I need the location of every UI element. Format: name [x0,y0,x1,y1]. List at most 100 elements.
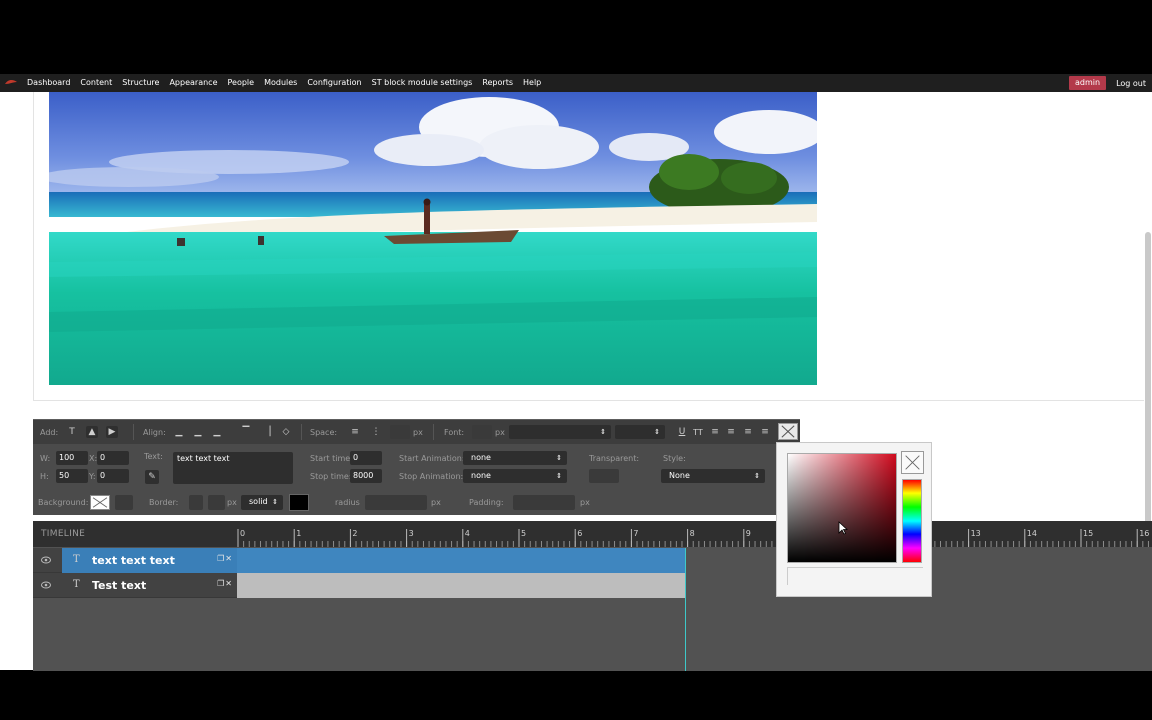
layer-cell[interactable]: T text text text ❐✕ [62,548,237,573]
menu-reports[interactable]: Reports [477,74,518,92]
menu-configuration[interactable]: Configuration [302,74,366,92]
style-select[interactable]: None ⇕ [661,469,765,483]
space-horizontal-icon[interactable]: ⋮ [370,426,382,438]
layer-duration-bar[interactable] [237,548,685,573]
stop-animation-label: Stop Animation: [399,472,464,481]
add-video-icon[interactable]: ▶ [106,426,118,438]
color-saturation-area[interactable] [787,453,897,563]
style-value: None [669,471,690,480]
screen: Dashboard Content Structure Appearance P… [0,0,1152,720]
ruler-tick-label: 0 [240,529,245,538]
color-hue-slider[interactable] [902,479,922,563]
menu-dashboard[interactable]: Dashboard [22,74,75,92]
timeline-playhead[interactable] [685,548,686,671]
align-middle-icon[interactable]: ▕ [261,426,273,438]
visibility-eye-icon[interactable] [41,556,51,564]
align-center-text-icon[interactable]: ≡ [725,426,737,438]
font-unit: px [495,428,505,437]
layer-duration-bar[interactable] [237,573,685,598]
background-opacity-input[interactable] [115,495,133,510]
x-input[interactable]: 0 [97,451,129,465]
menu-modules[interactable]: Modules [259,74,302,92]
ruler-tick-label: 9 [746,529,751,538]
logout-link[interactable]: Log out [1112,79,1152,88]
width-input[interactable]: 100 [56,451,88,465]
menu-structure[interactable]: Structure [117,74,164,92]
editor-close-button[interactable] [778,423,798,440]
width-label: W: [40,454,51,463]
transparent-input[interactable] [589,469,619,483]
text-content-input[interactable]: text text text [173,452,293,484]
border-unit: px [227,498,237,507]
space-label: Space: [310,428,338,437]
add-label: Add: [40,428,59,437]
background-color-none-swatch[interactable] [90,495,110,510]
menu-people[interactable]: People [223,74,260,92]
menu-st-block-settings[interactable]: ST block module settings [367,74,478,92]
border-color-swatch[interactable] [289,494,309,511]
ruler-tick-label: 13 [971,529,981,538]
border-side-input[interactable] [189,495,203,510]
start-time-input[interactable]: 0 [350,451,382,465]
timeline-ruler[interactable]: 0 1 2 3 4 5 6 7 8 9 13 14 15 16 [237,521,1152,547]
start-time-label: Start time: [310,454,353,463]
layer-cell[interactable]: T Test text ❐✕ [62,573,237,598]
stop-time-label: Stop time: [310,472,352,481]
transparent-label: Transparent: [589,454,640,463]
add-text-icon[interactable]: T [66,426,78,438]
stop-time-input[interactable]: 8000 [350,469,382,483]
padding-inputs[interactable] [513,495,575,510]
color-picker-close-button[interactable] [901,451,924,474]
duplicate-delete-icons[interactable]: ❐✕ [217,579,233,588]
uppercase-icon[interactable]: TT [692,426,704,438]
menu-appearance[interactable]: Appearance [164,74,222,92]
border-width-input[interactable] [208,495,225,510]
drupal-logo-icon[interactable] [0,74,22,92]
duplicate-delete-icons[interactable]: ❐✕ [217,554,233,563]
font-weight-select[interactable]: ⇕ [615,425,665,439]
timeline-layer-row[interactable]: T text text text ❐✕ [33,548,237,573]
align-bottom-right-icon[interactable]: ▁ [211,426,223,438]
stop-animation-value: none [471,471,491,480]
text-label: Text: [144,452,163,461]
align-bottom-left-icon[interactable]: ▁ [173,426,185,438]
start-animation-select[interactable]: none ⇕ [463,451,567,465]
height-input[interactable]: 50 [56,469,88,483]
justify-text-icon[interactable]: ≡ [759,426,771,438]
timeline-layer-row[interactable]: T Test text ❐✕ [33,573,237,598]
align-bottom-center-icon[interactable]: ▁ [192,426,204,438]
align-left-text-icon[interactable]: ≡ [709,426,721,438]
border-label: Border: [149,498,179,507]
menu-content[interactable]: Content [75,74,117,92]
color-picker-popup [776,442,932,597]
radius-unit: px [431,498,441,507]
font-family-select[interactable]: ⇕ [509,425,611,439]
y-input[interactable]: 0 [97,469,129,483]
space-input[interactable] [390,425,410,439]
align-center-icon[interactable]: ◇ [280,426,292,438]
mouse-cursor-icon [838,521,848,535]
edit-text-icon[interactable]: ✎ [145,470,159,484]
layer-name[interactable]: Test text [92,579,146,592]
align-top-icon[interactable]: ▔ [240,426,252,438]
stop-animation-select[interactable]: none ⇕ [463,469,567,483]
color-hex-input[interactable] [787,567,923,585]
x-label: X: [89,454,98,463]
ruler-tick-label: 15 [1083,529,1093,538]
style-label: Style: [663,454,686,463]
layer-name[interactable]: text text text [92,554,175,567]
timeline-panel: TIMELINE 0 1 2 3 4 5 6 7 8 9 13 14 15 16 T text text … [33,521,1152,671]
border-style-select[interactable]: solid ⇕ [241,495,283,510]
underline-icon[interactable]: U [676,426,688,438]
height-label: H: [40,472,49,481]
admin-user-link[interactable]: admin [1068,76,1107,90]
space-vertical-icon[interactable]: ≡ [349,426,361,438]
padding-label: Padding: [469,498,504,507]
menu-help[interactable]: Help [518,74,546,92]
background-label: Background: [38,498,89,507]
visibility-eye-icon[interactable] [41,581,51,589]
radius-inputs[interactable] [365,495,427,510]
font-size-input[interactable] [472,425,492,439]
align-right-text-icon[interactable]: ≡ [742,426,754,438]
add-image-icon[interactable]: ▲ [86,426,98,438]
